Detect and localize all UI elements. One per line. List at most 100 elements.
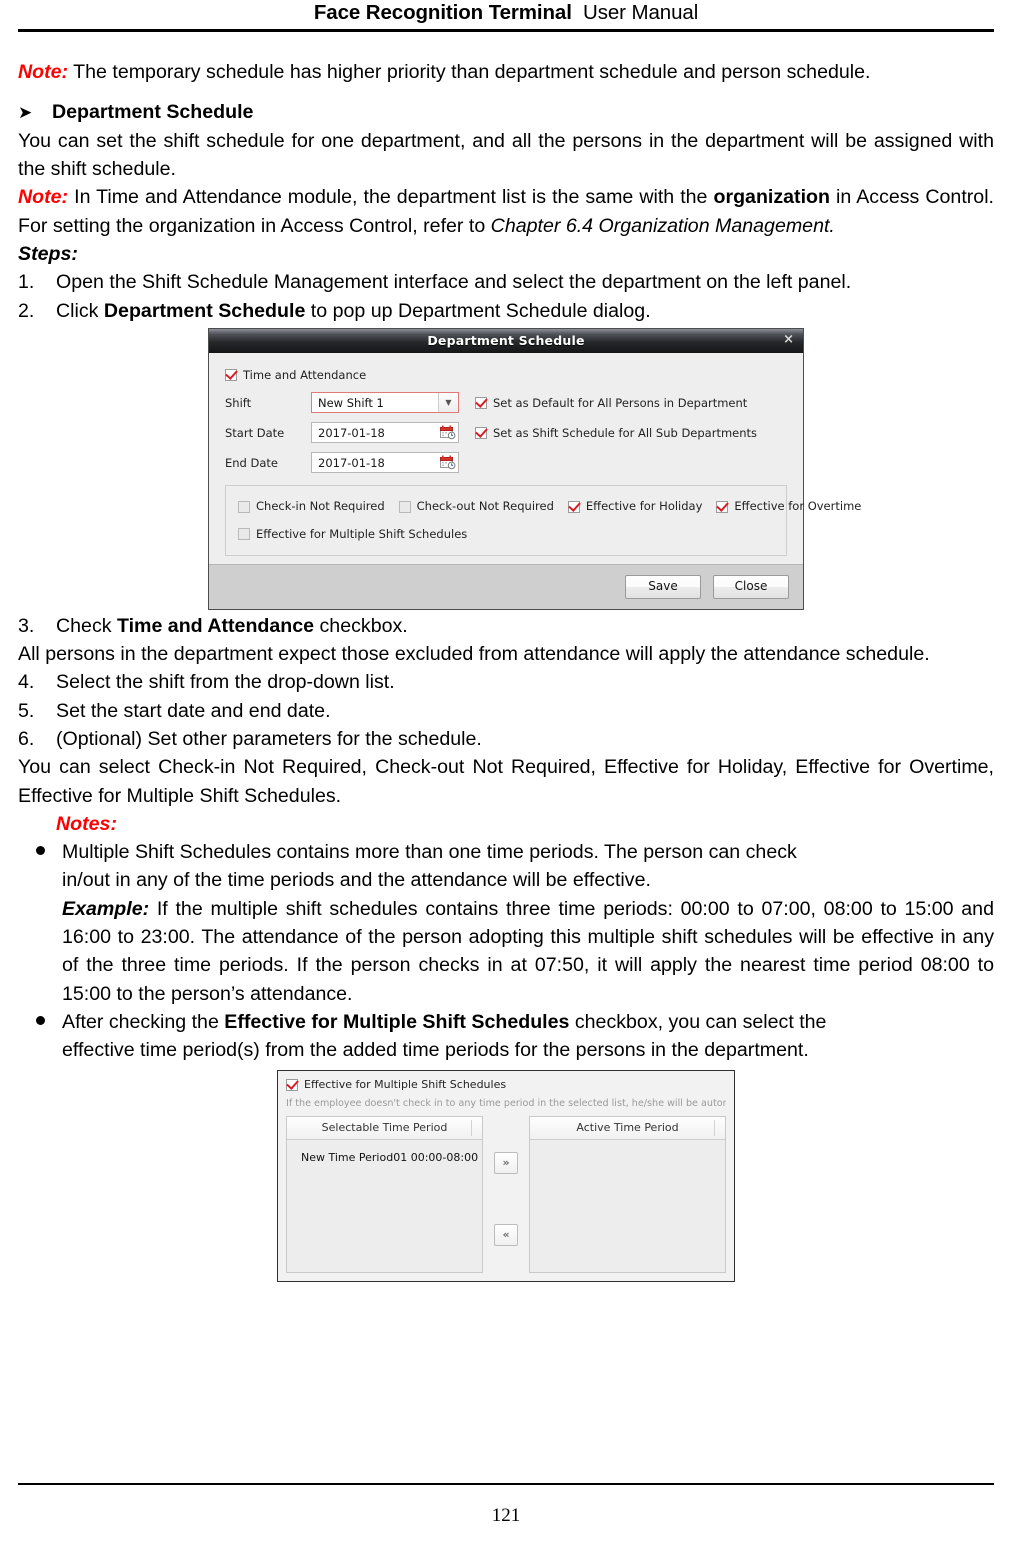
checkbox-icon[interactable] xyxy=(567,500,580,513)
bullet-2-line2: effective time period(s) from the added … xyxy=(62,1039,809,1062)
notes-label: Notes: xyxy=(56,812,117,835)
step-2-bold: Department Schedule xyxy=(103,299,306,322)
active-time-period-body xyxy=(530,1140,725,1273)
step-5-text: Set the start date and end date. xyxy=(56,699,331,722)
department-schedule-paragraph: You can set the shift schedule for one d… xyxy=(18,129,994,180)
step-4-number: 4. xyxy=(18,671,35,694)
set-shift-sub-departments-checkbox[interactable]: Set as Shift Schedule for All Sub Depart… xyxy=(475,425,757,442)
selectable-time-period-header-text: Selectable Time Period xyxy=(321,1121,448,1135)
step-1-text: Open the Shift Schedule Management inter… xyxy=(56,271,852,294)
bullet-1-example-text: If the multiple shift schedules contains… xyxy=(62,897,994,1005)
start-date-input[interactable]: 2017-01-18 xyxy=(311,422,459,444)
shift-row: Shift New Shift 1 ▼ Set as Default for A… xyxy=(225,392,787,414)
active-time-period-header: Active Time Period xyxy=(530,1117,725,1141)
end-date-row: End Date 2017-01-18 xyxy=(225,452,787,474)
calendar-icon[interactable] xyxy=(440,455,456,470)
multiple-shift-schedules-panel: Effective for Multiple Shift Schedules I… xyxy=(277,1069,735,1283)
step-6-subtext: You can select Check-in Not Required, Ch… xyxy=(18,756,994,807)
document-body: Note: The temporary schedule has higher … xyxy=(18,32,994,1283)
footer-divider xyxy=(18,1483,994,1485)
step-1-number: 1. xyxy=(18,271,35,294)
checkbox-icon[interactable] xyxy=(238,500,250,513)
add-to-active-button[interactable]: » xyxy=(494,1152,518,1175)
set-default-all-persons-checkbox[interactable]: Set as Default for All Persons in Depart… xyxy=(475,395,747,412)
bullet-1-example: Example: If the multiple shift schedules… xyxy=(62,895,994,1008)
step-5: 5. Set the start date and end date. xyxy=(18,697,994,725)
intro-note-text: The temporary schedule has higher priori… xyxy=(73,61,871,83)
bullet-2-line1: After checking the Effective for Multipl… xyxy=(62,1008,994,1036)
bullet-1-line1: Multiple Shift Schedules contains more t… xyxy=(62,841,797,864)
header-manual-name: User Manual xyxy=(583,1,699,24)
bullet-2-bold: Effective for Multiple Shift Schedules xyxy=(224,1011,570,1034)
end-date-input[interactable]: 2017-01-18 xyxy=(311,452,459,474)
effective-for-overtime-label: Effective for Overtime xyxy=(734,499,862,514)
close-button[interactable]: Close xyxy=(713,574,789,599)
bullet-1-line2: in/out in any of the time periods and th… xyxy=(62,869,651,892)
end-date-label: End Date xyxy=(225,455,278,470)
column-separator xyxy=(471,1120,472,1137)
step-3-bold: Time and Attendance xyxy=(116,614,315,637)
checkbox-icon[interactable] xyxy=(716,500,729,513)
intro-note: Note: The temporary schedule has higher … xyxy=(18,58,994,86)
bullet-1-example-label: Example: xyxy=(62,897,150,920)
bullet-icon xyxy=(18,844,62,861)
list-item[interactable]: New Time Period01 00:00-08:00 xyxy=(287,1148,482,1168)
panel2-effective-label: Effective for Multiple Shift Schedules xyxy=(304,1077,507,1091)
set-shift-sub-departments-label: Set as Shift Schedule for All Sub Depart… xyxy=(493,425,758,440)
column-separator xyxy=(714,1120,715,1137)
intro-note-label: Note: xyxy=(18,61,69,83)
shift-select[interactable]: New Shift 1 ▼ xyxy=(311,392,459,414)
check-out-not-required-label: Check-out Not Required xyxy=(416,499,554,514)
save-button[interactable]: Save xyxy=(625,574,701,599)
effective-for-overtime-checkbox[interactable]: Effective for Overtime xyxy=(716,498,861,515)
step-2-post: to pop up Department Schedule dialog. xyxy=(305,299,651,322)
step-6-text: (Optional) Set other parameters for the … xyxy=(56,727,482,750)
selectable-time-period-list[interactable]: Selectable Time Period New Time Period01… xyxy=(286,1116,483,1274)
set-default-all-persons-label: Set as Default for All Persons in Depart… xyxy=(493,395,748,410)
panel2-hint-text: If the employee doesn't check in to any … xyxy=(286,1097,726,1109)
effective-multiple-shift-schedules-label: Effective for Multiple Shift Schedules xyxy=(256,527,468,542)
effective-multiple-shift-schedules-checkbox[interactable]: Effective for Multiple Shift Schedules xyxy=(238,526,467,543)
department-schedule-screenshot: Department Schedule × Time and Attendanc… xyxy=(18,327,994,610)
checkbox-icon[interactable] xyxy=(225,369,237,382)
selectable-time-period-body: New Time Period01 00:00-08:00 xyxy=(287,1140,482,1273)
start-date-value: 2017-01-18 xyxy=(318,425,385,440)
chevron-down-icon[interactable]: ▼ xyxy=(438,393,458,413)
step-3-number: 3. xyxy=(18,614,35,637)
close-icon[interactable]: × xyxy=(783,333,794,346)
organization-note-bold: organization xyxy=(713,186,830,209)
dialog-body: Time and Attendance Shift New Shift 1 ▼ xyxy=(209,352,861,564)
step-1: 1. Open the Shift Schedule Management in… xyxy=(18,268,994,296)
additional-options-group: Check-in Not Required Check-out Not Requ… xyxy=(225,485,861,556)
step-6: 6. (Optional) Set other parameters for t… xyxy=(18,725,994,753)
document-page: Face Recognition Terminal User Manual No… xyxy=(0,0,1012,1541)
check-in-not-required-checkbox[interactable]: Check-in Not Required xyxy=(238,498,385,515)
time-attendance-row: Time and Attendance xyxy=(225,367,787,384)
page-number: 121 xyxy=(491,1505,521,1526)
checkbox-icon[interactable] xyxy=(398,500,411,513)
step-2-text: Click Department Schedule to pop up Depa… xyxy=(56,297,994,325)
department-schedule-heading-text: Department Schedule xyxy=(52,101,254,124)
organization-note-chapter-ref: Chapter 6.4 Organization Management. xyxy=(490,214,835,237)
dialog-titlebar: Department Schedule × xyxy=(209,328,803,353)
step-2-number: 2. xyxy=(18,299,35,322)
calendar-icon[interactable] xyxy=(440,425,456,440)
organization-note-part1: In Time and Attendance module, the depar… xyxy=(74,186,714,209)
effective-for-holiday-checkbox[interactable]: Effective for Holiday xyxy=(567,498,702,515)
checkbox-icon[interactable] xyxy=(286,1078,298,1091)
panel2-effective-checkbox[interactable]: Effective for Multiple Shift Schedules xyxy=(286,1077,726,1093)
organization-note: Note: In Time and Attendance module, the… xyxy=(18,183,994,240)
check-out-not-required-checkbox[interactable]: Check-out Not Required xyxy=(398,498,554,515)
checkbox-icon[interactable] xyxy=(475,426,487,439)
checkbox-icon[interactable] xyxy=(238,528,250,541)
active-time-period-list[interactable]: Active Time Period xyxy=(529,1116,726,1274)
time-attendance-checkbox[interactable]: Time and Attendance xyxy=(225,367,366,384)
bullet-1: Multiple Shift Schedules contains more t… xyxy=(18,838,994,866)
remove-from-active-button[interactable]: « xyxy=(494,1224,518,1247)
dialog-footer: Save Close xyxy=(209,563,803,609)
step-2: 2. Click Department Schedule to pop up D… xyxy=(18,297,994,325)
steps-label: Steps: xyxy=(18,242,78,265)
header-product-name: Face Recognition Terminal xyxy=(313,1,572,24)
bullet-2-pre: After checking the xyxy=(62,1011,225,1034)
checkbox-icon[interactable] xyxy=(475,396,487,409)
